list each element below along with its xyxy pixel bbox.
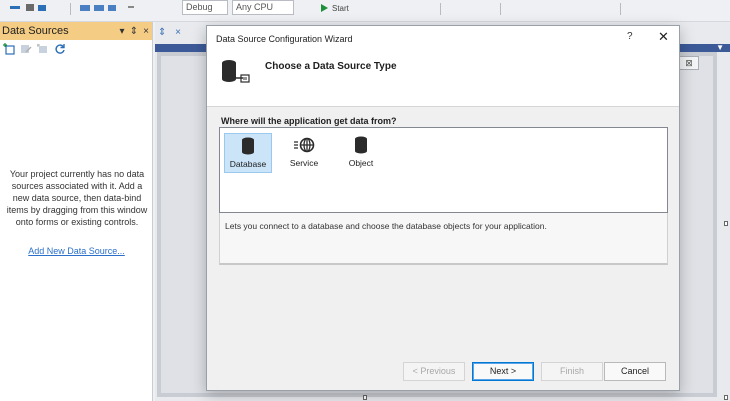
dialog-titlebar: Data Source Configuration Wizard ? ✕ [207,26,679,52]
chevron-down-icon[interactable]: ▼ [716,43,724,52]
finish-button[interactable]: Finish [541,362,603,381]
svg-text:Start: Start [332,4,350,13]
data-source-question: Where will the application get data from… [221,116,397,126]
configure-dataset-icon[interactable] [37,43,49,55]
type-label: Database [229,159,267,169]
pin-icon[interactable]: ⇕ [128,26,140,37]
toolbar-separator [440,3,441,15]
data-sources-toolbar [0,40,152,58]
toolbar-separator [620,3,621,15]
description-panel: Lets you connect to a database and choos… [219,213,668,265]
cancel-button[interactable]: Cancel [604,362,666,381]
database-icon [242,137,254,155]
type-option-database[interactable]: Database [224,133,272,173]
data-sources-panel: Data Sources ▾ ⇕ × Your project currentl… [0,22,153,401]
type-option-object[interactable]: Object [337,133,385,173]
start-icon[interactable]: Start [320,3,360,13]
refresh-icon[interactable] [54,43,66,55]
type-description: Lets you connect to a database and choos… [225,221,547,231]
toolbar-nav-icons[interactable] [8,3,48,13]
object-icon [355,136,367,154]
platform-combo[interactable]: Any CPU [232,0,294,15]
chevron-down-icon[interactable]: ▾ [116,26,128,37]
empty-state-message: Your project currently has no data sourc… [6,169,148,227]
background-form-close-icon[interactable]: ⊠ [679,56,699,70]
main-toolbar: Debug Any CPU Start [0,0,730,22]
help-icon[interactable]: ? [627,31,633,42]
resize-handle[interactable] [363,395,367,400]
edit-dataset-icon[interactable] [20,43,32,55]
close-icon[interactable]: ✕ [658,29,669,45]
type-label: Object [348,158,374,168]
toolbar-separator [500,3,501,15]
wizard-header: Choose a Data Source Type [207,52,679,107]
toolbar-separator [70,3,71,15]
database-connect-icon [222,60,250,83]
toolbar-file-icons[interactable] [78,3,158,13]
add-data-source-icon[interactable] [3,43,15,55]
wizard-page-heading: Choose a Data Source Type [265,61,397,72]
type-label: Service [289,158,319,168]
resize-handle[interactable] [724,395,728,400]
previous-button[interactable]: < Previous [403,362,465,381]
add-new-data-source-link[interactable]: Add New Data Source... [0,246,153,256]
data-source-wizard-dialog: Data Source Configuration Wizard ? ✕ Cho… [206,25,680,391]
service-icon [294,137,315,153]
editor-tab-controls[interactable]: ⇕ × [158,27,188,41]
panel-title: Data Sources [2,25,69,37]
type-option-service[interactable]: Service [280,133,328,173]
data-source-type-list: Database Service Object [219,127,668,213]
next-button[interactable]: Next > [472,362,534,381]
dialog-title: Data Source Configuration Wizard [216,34,353,44]
close-icon[interactable]: × [140,26,152,37]
resize-handle[interactable] [724,221,728,226]
configuration-combo[interactable]: Debug [182,0,228,15]
data-sources-header: Data Sources ▾ ⇕ × [0,22,152,40]
